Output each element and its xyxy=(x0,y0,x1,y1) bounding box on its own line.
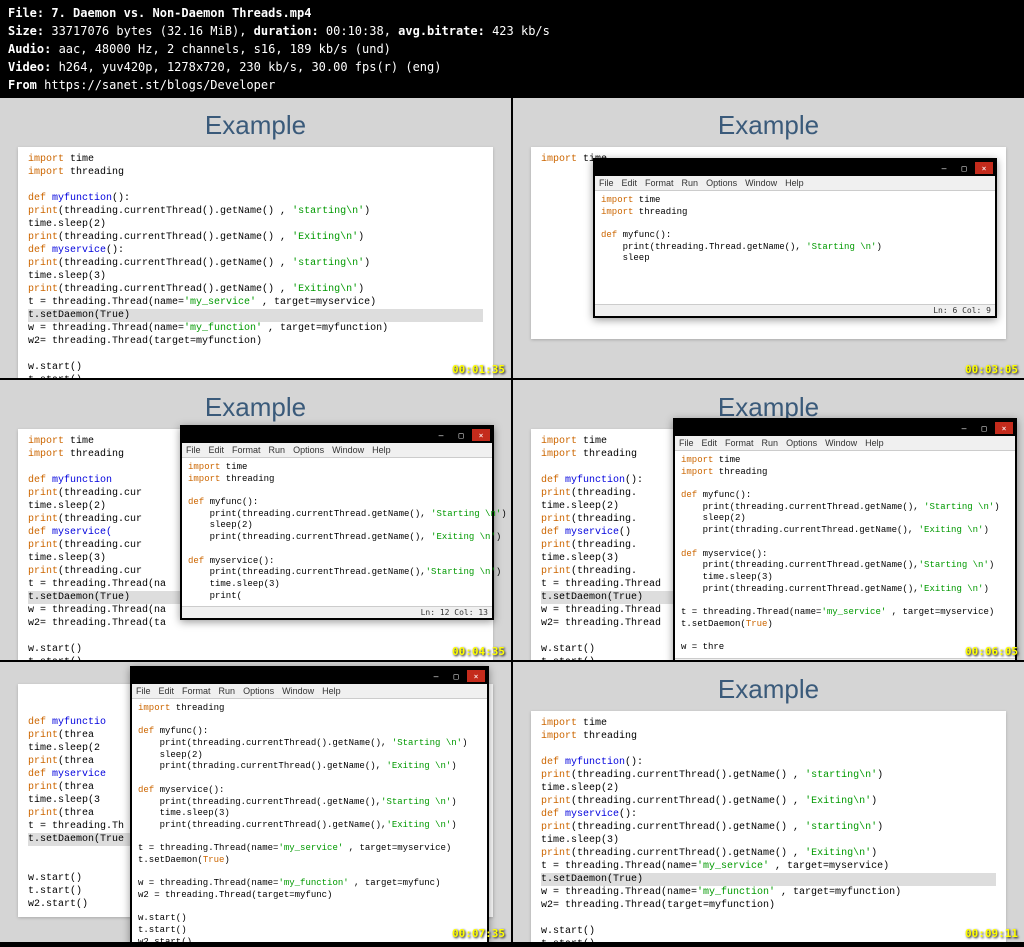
menu-window[interactable]: Window xyxy=(745,178,777,188)
editor-titlebar[interactable]: – □ × xyxy=(595,160,995,176)
editor-titlebar[interactable]: – □ × xyxy=(182,427,492,443)
slide-title: Example xyxy=(513,662,1024,711)
thumbnail-6: Example import time import threading def… xyxy=(513,662,1024,942)
thumbnail-1: Example import time import threading def… xyxy=(0,98,511,378)
python-editor[interactable]: – □ × FileEditFormatRunOptionsWindowHelp… xyxy=(180,425,494,620)
thumbnail-4: Example import time import threading def… xyxy=(513,380,1024,660)
timestamp: 00:09:11 xyxy=(965,927,1018,940)
timestamp: 00:07:35 xyxy=(452,927,505,940)
minimize-button[interactable]: – xyxy=(432,429,450,441)
thumbnail-5: def myfunctio print(threa time.sleep(2 p… xyxy=(0,662,511,942)
thumbnail-grid: Example import time import threading def… xyxy=(0,98,1024,942)
editor-code[interactable]: import threading def myfunc(): print(thr… xyxy=(132,699,487,942)
editor-statusbar: Ln: 6 Col: 9 xyxy=(595,304,995,316)
python-editor[interactable]: – □ × FileEditFormatRunOptionsWindowHelp… xyxy=(130,666,489,942)
editor-statusbar: Ln: 17 Col: 8 xyxy=(675,658,1015,660)
editor-titlebar[interactable]: – □ × xyxy=(675,420,1015,436)
close-button[interactable]: × xyxy=(975,162,993,174)
code-slide: import time import threading def myfunct… xyxy=(531,711,1006,942)
slide-title: Example xyxy=(513,98,1024,147)
minimize-button[interactable]: – xyxy=(935,162,953,174)
menu-format[interactable]: Format xyxy=(645,178,674,188)
editor-code[interactable]: import time import threading def myfunc(… xyxy=(675,451,1015,658)
timestamp: 00:01:35 xyxy=(452,363,505,376)
menu-edit[interactable]: Edit xyxy=(622,178,638,188)
editor-code[interactable]: import time import threading def myfunc(… xyxy=(182,458,492,606)
editor-code[interactable]: import time import threading def myfunc(… xyxy=(595,191,995,304)
maximize-button[interactable]: □ xyxy=(955,162,973,174)
minimize-button[interactable]: – xyxy=(427,670,445,682)
maximize-button[interactable]: □ xyxy=(452,429,470,441)
code-slide: import time import threading def myfunct… xyxy=(18,147,493,378)
editor-menubar[interactable]: File Edit Format Run Options Window Help xyxy=(595,176,995,191)
python-editor[interactable]: – □ × File Edit Format Run Options Window Help… xyxy=(593,158,997,318)
minimize-button[interactable]: – xyxy=(955,422,973,434)
close-button[interactable]: × xyxy=(995,422,1013,434)
editor-menubar[interactable]: FileEditFormatRunOptionsWindowHelp xyxy=(675,436,1015,451)
editor-menubar[interactable]: FileEditFormatRunOptionsWindowHelp xyxy=(182,443,492,458)
editor-menubar[interactable]: FileEditFormatRunOptionsWindowHelp xyxy=(132,684,487,699)
close-button[interactable]: × xyxy=(472,429,490,441)
timestamp: 00:06:05 xyxy=(965,645,1018,658)
close-button[interactable]: × xyxy=(467,670,485,682)
timestamp: 00:04:35 xyxy=(452,645,505,658)
maximize-button[interactable]: □ xyxy=(447,670,465,682)
thumbnail-2: Example import time – □ × FileEditFormat… xyxy=(513,98,1024,378)
menu-help[interactable]: Help xyxy=(785,178,804,188)
menu-file[interactable]: File xyxy=(599,178,614,188)
python-editor[interactable]: – □ × FileEditFormatRunOptionsWindowHelp… xyxy=(673,418,1017,660)
menu-options[interactable]: Options xyxy=(706,178,737,188)
editor-titlebar[interactable]: – □ × xyxy=(132,668,487,684)
menu-run[interactable]: Run xyxy=(682,178,699,188)
timestamp: 00:03:05 xyxy=(965,363,1018,376)
media-info-header: File: 7. Daemon vs. Non-Daemon Threads.m… xyxy=(0,0,1024,98)
editor-statusbar: Ln: 12 Col: 13 xyxy=(182,606,492,618)
slide-title: Example xyxy=(0,380,511,429)
maximize-button[interactable]: □ xyxy=(975,422,993,434)
slide-title: Example xyxy=(0,98,511,147)
thumbnail-3: Example import time import threading def… xyxy=(0,380,511,660)
